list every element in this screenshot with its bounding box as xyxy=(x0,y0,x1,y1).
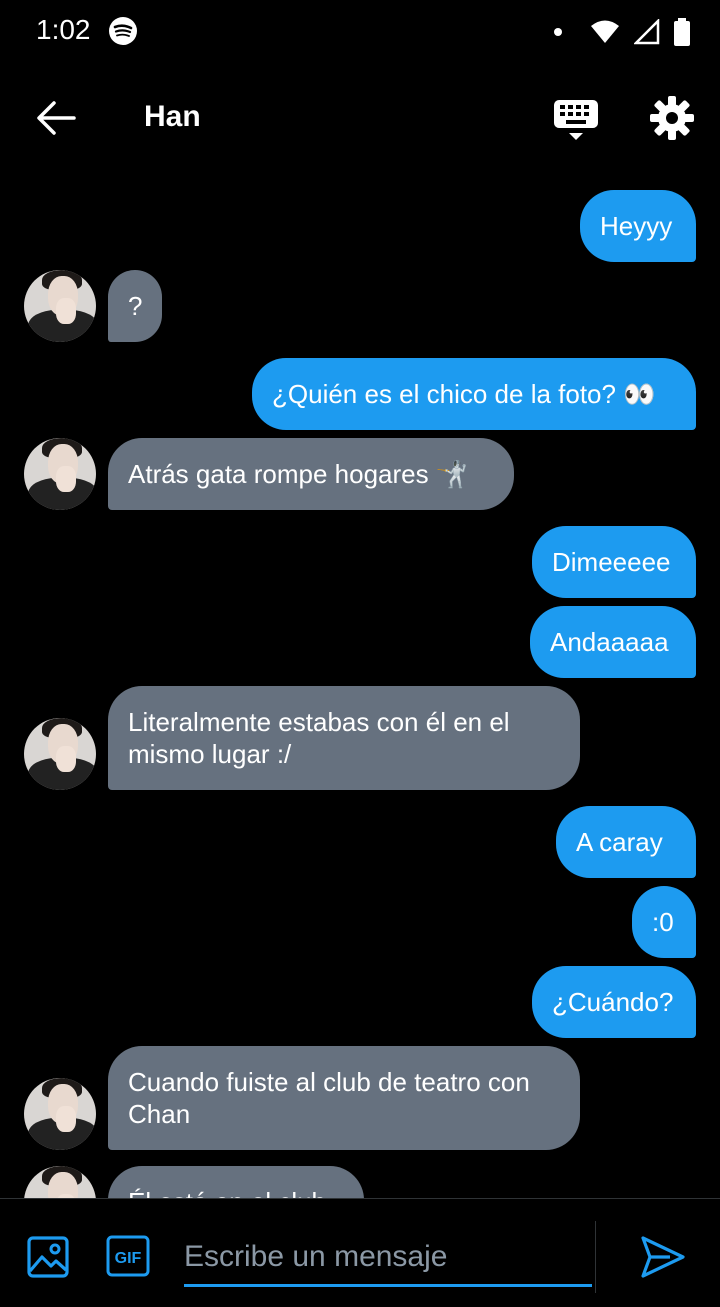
avatar[interactable] xyxy=(24,718,96,790)
wifi-icon xyxy=(591,20,619,43)
conversation-header: Han xyxy=(0,72,720,164)
message-bubble-sent[interactable]: A caray xyxy=(556,806,696,878)
avatar[interactable] xyxy=(24,1078,96,1150)
signal-icon xyxy=(634,19,660,45)
send-icon[interactable] xyxy=(640,1235,686,1279)
avatar[interactable] xyxy=(24,438,96,510)
gear-icon[interactable] xyxy=(648,94,696,142)
notification-dot xyxy=(554,28,562,36)
message-text: Andaaaaa xyxy=(550,627,669,657)
avatar[interactable] xyxy=(24,1166,96,1198)
gif-label: GIF xyxy=(115,1250,142,1267)
message-text: Él está en el club xyxy=(128,1186,326,1198)
status-bar: 1:02 xyxy=(0,0,720,64)
message-text: ¿Quién es el chico de la foto? 👀 xyxy=(272,379,656,409)
message-bubble-sent[interactable]: ¿Cuándo? xyxy=(532,966,696,1038)
message-bubble-sent[interactable]: ¿Quién es el chico de la foto? 👀 xyxy=(252,358,696,430)
message-text: Literalmente estabas con él en el mismo … xyxy=(128,707,510,769)
message-bubble-received[interactable]: Literalmente estabas con él en el mismo … xyxy=(108,686,580,790)
status-time: 1:02 xyxy=(36,14,91,45)
message-text: Dimeeeee xyxy=(552,547,671,577)
back-arrow-icon[interactable] xyxy=(34,98,78,138)
gif-icon[interactable]: GIF xyxy=(106,1235,150,1277)
message-bubble-received[interactable]: Cuando fuiste al club de teatro con Chan xyxy=(108,1046,580,1150)
status-icons xyxy=(554,16,690,48)
message-bubble-sent[interactable]: :0 xyxy=(632,886,696,958)
message-text: ¿Cuándo? xyxy=(552,987,674,1017)
message-bubble-sent[interactable]: Dimeeeee xyxy=(532,526,696,598)
message-text: A caray xyxy=(576,827,663,857)
spotify-icon xyxy=(109,17,137,45)
battery-icon xyxy=(674,18,690,46)
message-list[interactable]: Heyyy ? ¿Quién es el chico de la foto? 👀… xyxy=(0,164,720,1198)
message-text: Cuando fuiste al club de teatro con Chan xyxy=(128,1067,530,1129)
message-text: Atrás gata rompe hogares 🤺 xyxy=(128,459,469,489)
message-text: ? xyxy=(128,291,143,321)
compose-bar: GIF xyxy=(0,1198,720,1307)
conversation-title: Han xyxy=(144,100,201,133)
message-bubble-sent[interactable]: Andaaaaa xyxy=(530,606,696,678)
message-text: :0 xyxy=(652,907,674,937)
message-bubble-received[interactable]: Él está en el club xyxy=(108,1166,364,1198)
image-icon[interactable] xyxy=(26,1235,70,1279)
message-input[interactable] xyxy=(184,1229,592,1287)
keyboard-icon[interactable] xyxy=(552,96,600,144)
message-bubble-sent[interactable]: Heyyy xyxy=(580,190,696,262)
message-bubble-received[interactable]: ? xyxy=(108,270,162,342)
message-bubble-received[interactable]: Atrás gata rompe hogares 🤺 xyxy=(108,438,514,510)
message-text: Heyyy xyxy=(600,211,673,241)
avatar[interactable] xyxy=(24,270,96,342)
divider xyxy=(595,1221,596,1293)
